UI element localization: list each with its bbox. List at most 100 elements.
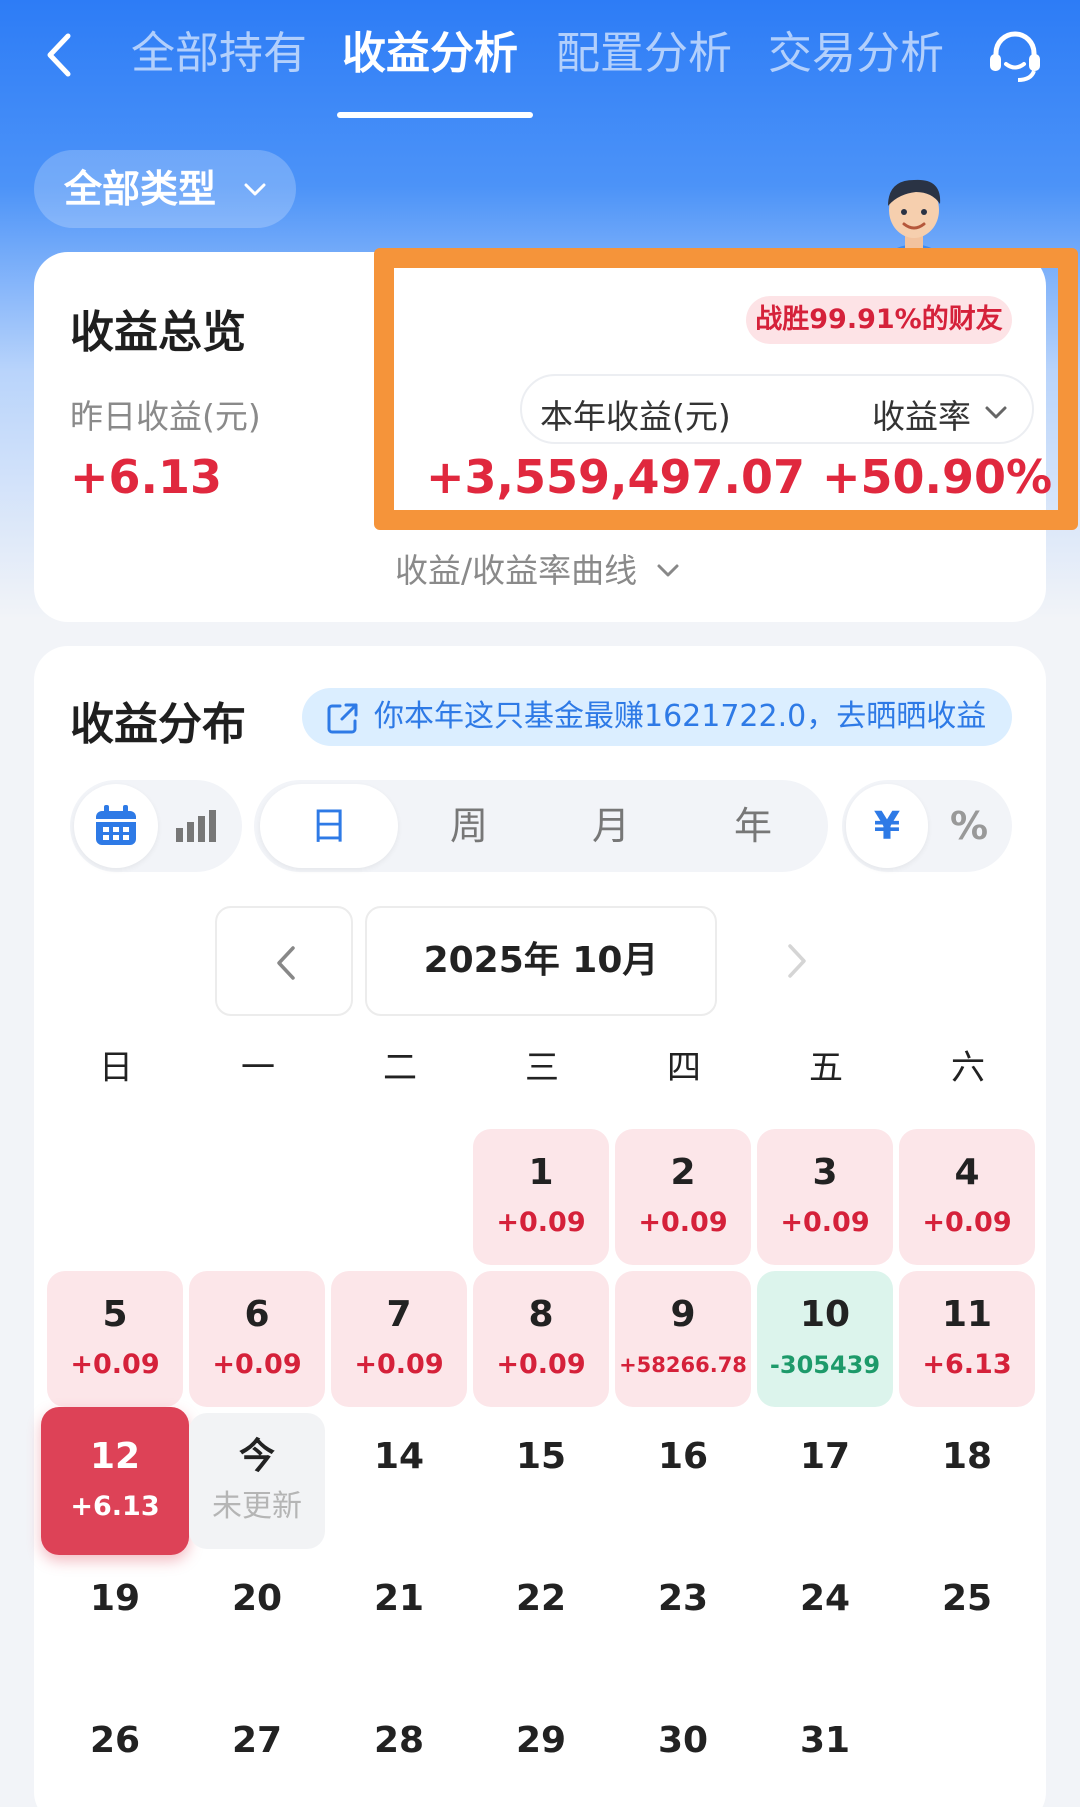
day-profit: +0.09	[212, 1349, 302, 1380]
period-month[interactable]: 月	[542, 784, 680, 868]
weekday-sat: 六	[951, 1048, 985, 1088]
chevron-right-icon[interactable]	[780, 942, 814, 980]
calendar-day[interactable]: 19	[47, 1555, 183, 1691]
day-number: 10	[799, 1294, 851, 1335]
chevron-left-icon	[277, 946, 295, 980]
day-number: 28	[373, 1720, 425, 1761]
day-number: 23	[657, 1578, 709, 1619]
period-day[interactable]: 日	[260, 784, 398, 868]
calendar-day[interactable]: 21	[331, 1555, 467, 1691]
calendar-day[interactable]: 27	[189, 1697, 325, 1797]
bar-chart-icon[interactable]	[172, 802, 220, 850]
chevron-down-icon	[657, 564, 679, 577]
calendar-day[interactable]: 20	[189, 1555, 325, 1691]
calendar-day[interactable]: 29	[473, 1697, 609, 1797]
day-number: 18	[941, 1436, 993, 1477]
calendar-day-selected[interactable]: 12 +6.13	[41, 1407, 189, 1555]
day-number: 14	[373, 1436, 425, 1477]
day-number: 15	[515, 1436, 567, 1477]
unit-toggle: ¥ %	[842, 780, 1012, 872]
tab-profit-analysis[interactable]: 收益分析	[342, 24, 518, 84]
calendar-day[interactable]: 4 +0.09	[899, 1129, 1035, 1265]
day-number: 12	[89, 1436, 141, 1477]
day-profit: +0.09	[496, 1207, 586, 1238]
calendar-day[interactable]: 8 +0.09	[473, 1271, 609, 1407]
day-number: 2	[670, 1152, 696, 1193]
yesterday-profit-value: +6.13	[70, 450, 223, 504]
day-number: 16	[657, 1436, 709, 1477]
day-number: 8	[528, 1294, 554, 1335]
calendar-day[interactable]: 25	[899, 1555, 1035, 1691]
calendar-day[interactable]: 18	[899, 1413, 1035, 1549]
type-filter-dropdown[interactable]: 全部类型	[34, 150, 296, 228]
tab-all-holdings[interactable]: 全部持有	[131, 24, 307, 84]
weekday-tue: 二	[383, 1048, 417, 1088]
calendar-day[interactable]: 23	[615, 1555, 751, 1691]
calendar-day[interactable]: 2 +0.09	[615, 1129, 751, 1265]
unit-yuan[interactable]: ¥	[846, 784, 928, 868]
profit-curve-label: 收益/收益率曲线	[395, 551, 638, 590]
calendar-day[interactable]: 31	[757, 1697, 893, 1797]
day-number: 1	[528, 1152, 554, 1193]
day-number: 25	[941, 1578, 993, 1619]
day-number: 17	[799, 1436, 851, 1477]
profit-curve-toggle[interactable]: 收益/收益率曲线	[395, 544, 679, 592]
day-number: 27	[231, 1720, 283, 1761]
day-number: 20	[231, 1578, 283, 1619]
calendar-day[interactable]: 9 +58266.78	[615, 1271, 751, 1407]
calendar-day[interactable]: 3 +0.09	[757, 1129, 893, 1265]
day-number: 3	[812, 1152, 838, 1193]
calendar-day[interactable]: 7 +0.09	[331, 1271, 467, 1407]
calendar-day[interactable]: 6 +0.09	[189, 1271, 325, 1407]
day-number: 4	[954, 1152, 980, 1193]
unit-percent[interactable]: %	[928, 784, 1010, 868]
day-number: 6	[244, 1294, 270, 1335]
yesterday-profit-label: 昨日收益(元)	[70, 397, 261, 436]
day-status: 未更新	[212, 1489, 302, 1524]
period-year[interactable]: 年	[684, 784, 822, 868]
top-navigation: 全部持有 收益分析 配置分析 交易分析	[0, 0, 1080, 120]
calendar-day[interactable]: 10 -305439	[757, 1271, 893, 1407]
calendar-day[interactable]: 1 +0.09	[473, 1129, 609, 1265]
day-number: 24	[799, 1578, 851, 1619]
chevron-down-icon	[244, 183, 266, 196]
calendar-day-today[interactable]: 今未更新	[189, 1413, 325, 1549]
day-number: 7	[386, 1294, 412, 1335]
calendar-day[interactable]: 30	[615, 1697, 751, 1797]
share-profit-banner[interactable]: 你本年这只基金最赚1621722.0，去晒晒收益	[302, 688, 1012, 746]
customer-service-icon[interactable]	[984, 26, 1046, 88]
calendar-day[interactable]: 16	[615, 1413, 751, 1549]
current-month-label: 2025年 10月	[365, 906, 717, 1016]
day-profit: -305439	[769, 1351, 881, 1379]
view-mode-toggle	[70, 780, 242, 872]
calendar-day[interactable]: 14	[331, 1413, 467, 1549]
calendar-day[interactable]: 28	[331, 1697, 467, 1797]
calendar-day[interactable]: 15	[473, 1413, 609, 1549]
calendar-icon[interactable]	[92, 802, 140, 850]
tab-trade-analysis[interactable]: 交易分析	[768, 24, 944, 84]
calendar-day[interactable]: 22	[473, 1555, 609, 1691]
period-week[interactable]: 周	[400, 784, 538, 868]
day-number: 5	[102, 1294, 128, 1335]
weekday-fri: 五	[809, 1048, 843, 1088]
type-filter-label: 全部类型	[64, 167, 217, 211]
tab-allocation-analysis[interactable]: 配置分析	[556, 24, 732, 84]
highlight-annotation-box	[374, 248, 1078, 530]
calendar-day[interactable]: 11 +6.13	[899, 1271, 1035, 1407]
calendar-day[interactable]: 24	[757, 1555, 893, 1691]
share-icon	[327, 703, 358, 734]
day-number: 30	[657, 1720, 709, 1761]
day-number: 21	[373, 1578, 425, 1619]
distribution-title: 收益分布	[70, 699, 246, 750]
prev-month-button[interactable]	[215, 906, 353, 1016]
calendar-day[interactable]: 26	[47, 1697, 183, 1797]
calendar-day[interactable]: 5 +0.09	[47, 1271, 183, 1407]
weekday-thu: 四	[667, 1048, 701, 1088]
day-number: 19	[89, 1578, 141, 1619]
day-profit: +58266.78	[619, 1353, 747, 1377]
day-profit: +0.09	[354, 1349, 444, 1380]
day-number: 9	[670, 1294, 696, 1335]
calendar-day[interactable]: 17	[757, 1413, 893, 1549]
back-arrow-icon[interactable]	[36, 30, 86, 80]
day-number: 31	[799, 1720, 851, 1761]
